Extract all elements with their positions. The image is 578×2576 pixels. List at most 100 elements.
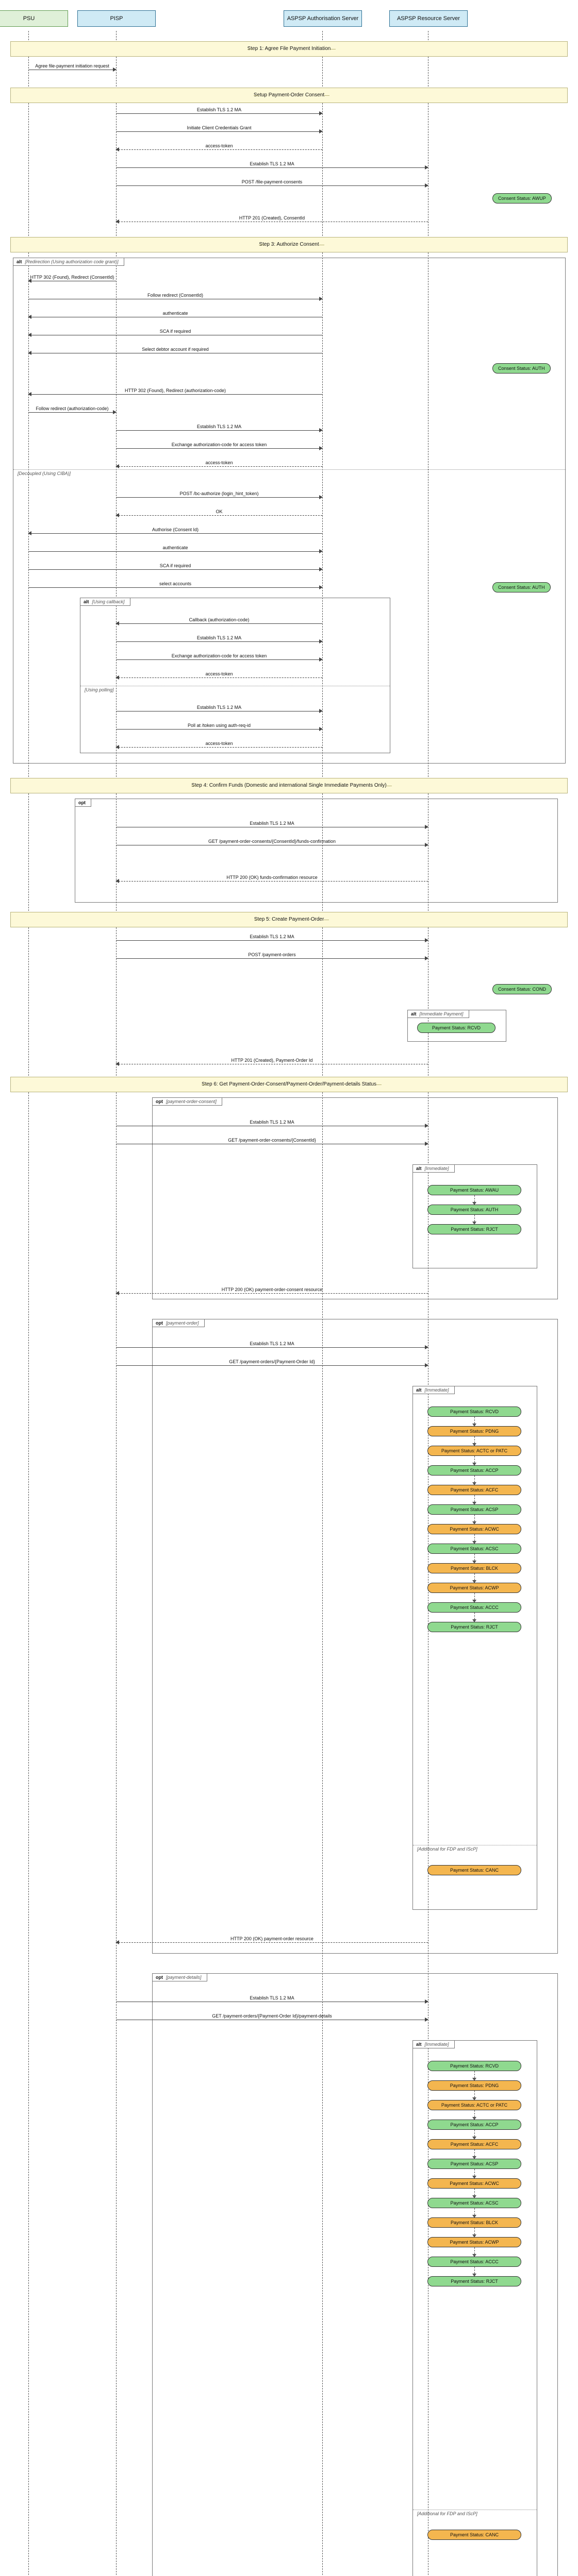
message-label: Authorise (Consent Id) (28, 527, 322, 532)
status-note: Payment Status: ACCC (427, 2257, 521, 2267)
message: Follow redirect (authorization-code) (28, 407, 116, 414)
message-line (28, 551, 322, 552)
status-note: Consent Status: AWUP (492, 193, 552, 204)
message-label: authenticate (28, 545, 322, 550)
message: Authorise (Consent Id) (28, 528, 322, 535)
message-line (116, 515, 322, 516)
message-label: Follow redirect (authorization-code) (28, 406, 116, 411)
message: Select debtor account if required (28, 348, 322, 355)
message: GET /payment-order-consents/{ConsentId} (116, 1139, 428, 1146)
message: Establish TLS 1.2 MA (116, 425, 322, 432)
status-note: Payment Status: BLCK (427, 2217, 521, 2228)
frame-opt: opt (75, 799, 558, 903)
message: Establish TLS 1.2 MA (116, 108, 322, 115)
message-label: Initiate Client Credentials Grant (116, 125, 322, 130)
status-note: Consent Status: COND (492, 984, 552, 994)
message-label: GET /payment-orders/{Payment-Order Id}/p… (116, 2013, 428, 2019)
status-column: Payment Status: RCVD (412, 1023, 500, 1033)
step-divider: Step 1: Agree File Payment Initiation (10, 41, 568, 57)
status-note: Payment Status: ACSP (427, 2159, 521, 2169)
step-divider: Step 4: Confirm Funds (Domestic and inte… (10, 778, 568, 793)
message: access-token (116, 144, 322, 151)
message-label: access-token (116, 143, 322, 148)
message: HTTP 201 (Created), ConsentId (116, 216, 428, 224)
participant-res: ASPSP Resource Server (389, 10, 468, 27)
message: GET /payment-order-consents/{ConsentId}/… (116, 840, 428, 847)
message-label: POST /bc-authorize (login_hint_token) (116, 491, 322, 496)
status-note: Payment Status: ACSC (427, 2198, 521, 2208)
message-label: Agree file-payment initiation request (28, 63, 116, 69)
message-label: Establish TLS 1.2 MA (116, 705, 322, 710)
frame-tag: alt[Immediate] (413, 1165, 455, 1173)
message-line (28, 587, 322, 588)
status-note: Payment Status: BLCK (427, 1563, 521, 1573)
status-note: Payment Status: PDNG (427, 1426, 521, 1436)
status-note: Payment Status: RJCT (427, 1224, 521, 1234)
message: access-token (116, 742, 322, 749)
frame-guard: [Additional for FDP and IScP] (417, 2511, 477, 2516)
status-column: Payment Status: CANC (423, 2530, 526, 2540)
message-label: HTTP 302 (Found), Redirect (authorizatio… (28, 388, 322, 393)
message-line (116, 623, 322, 624)
status-note: Payment Status: RCVD (417, 1023, 496, 1033)
message-label: HTTP 200 (OK) payment-order resource (116, 1936, 428, 1941)
message: Callback (authorization-code) (116, 618, 322, 625)
participant-pisp: PISP (77, 10, 156, 27)
message-label: authenticate (28, 311, 322, 316)
status-note: Payment Status: ACSP (427, 1504, 521, 1515)
message-label: Establish TLS 1.2 MA (116, 821, 428, 826)
message: access-token (116, 672, 322, 680)
message-label: SCA if required (28, 329, 322, 334)
status-note: Payment Status: ACTC or PATC (427, 2100, 521, 2110)
message: Establish TLS 1.2 MA (116, 822, 428, 829)
frame-tag: alt[Immediate] (413, 2041, 455, 2048)
message-line (116, 747, 322, 748)
step-divider: Step 3: Authorize Consent (10, 237, 568, 252)
participant-psu: PSU (0, 10, 68, 27)
message-label: GET /payment-order-consents/{ConsentId}/… (116, 839, 428, 844)
message-label: GET /payment-orders/{Payment-Order Id} (116, 1359, 428, 1364)
status-note: Payment Status: RCVD (427, 2061, 521, 2071)
message: HTTP 200 (OK) payment-order resource (116, 1937, 428, 1944)
message-label: access-token (116, 741, 322, 746)
status-note: Payment Status: ACFC (427, 1485, 521, 1495)
status-note: Payment Status: ACTC or PATC (427, 1446, 521, 1456)
message-line (116, 881, 428, 882)
message: GET /payment-orders/{Payment-Order Id} (116, 1360, 428, 1367)
frame-tag: opt[payment-order-consent] (153, 1098, 222, 1106)
status-column: Payment Status: AWAUPayment Status: AUTH… (423, 1185, 526, 1234)
status-note: Payment Status: ACCC (427, 1602, 521, 1613)
message: Poll at /token using auth-req-id (116, 724, 322, 731)
message: Agree file-payment initiation request (28, 64, 116, 72)
frame-alt: alt[Immediate][Additional for FDP and IS… (412, 1386, 537, 1910)
message: authenticate (28, 312, 322, 319)
message-line (116, 659, 322, 660)
status-note: Payment Status: ACWC (427, 2178, 521, 2189)
message: GET /payment-orders/{Payment-Order Id}/p… (116, 2014, 428, 2022)
message: HTTP 302 (Found), Redirect (ConsentId) (28, 276, 116, 283)
status-note: Payment Status: RJCT (427, 2276, 521, 2286)
message-label: Establish TLS 1.2 MA (116, 1995, 428, 2001)
message: SCA if required (28, 330, 322, 337)
message-label: Select debtor account if required (28, 347, 322, 352)
message-label: Establish TLS 1.2 MA (116, 934, 428, 939)
message-line (116, 131, 322, 132)
message: Establish TLS 1.2 MA (116, 1996, 428, 2004)
message: Follow redirect (ConsentId) (28, 294, 322, 301)
status-note: Payment Status: RCVD (427, 1406, 521, 1417)
frame-guard: [Using polling] (85, 687, 114, 692)
frame-guard: [Additional for FDP and IScP] (417, 1846, 477, 1852)
status-note: Payment Status: AWAU (427, 1185, 521, 1195)
message-line (116, 149, 322, 150)
message-label: Callback (authorization-code) (116, 617, 322, 622)
message-label: HTTP 200 (OK) funds-confirmation resourc… (116, 875, 428, 880)
message: HTTP 200 (OK) funds-confirmation resourc… (116, 876, 428, 883)
status-note: Consent Status: AUTH (492, 582, 551, 592)
status-note: Payment Status: ACWC (427, 1524, 521, 1534)
message-line (116, 1365, 428, 1366)
message: OK (116, 510, 322, 517)
message-line (116, 729, 322, 730)
status-note: Payment Status: RJCT (427, 1622, 521, 1632)
message: Initiate Client Credentials Grant (116, 126, 322, 133)
message-label: Exchange authorization-code for access t… (116, 653, 322, 658)
